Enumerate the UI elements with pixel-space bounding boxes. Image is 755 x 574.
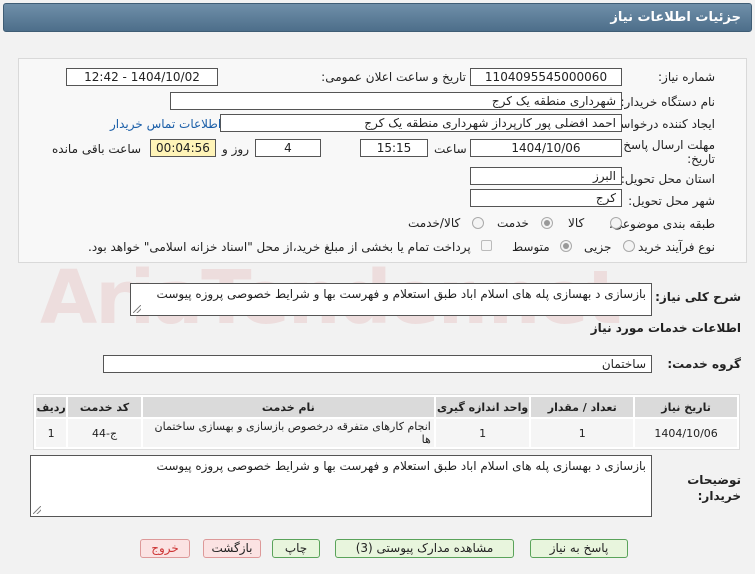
- reply-button[interactable]: پاسخ به نیاز: [530, 539, 628, 558]
- category-radio-service[interactable]: [541, 217, 553, 229]
- payment-note: پرداخت تمام یا بخشی از مبلغ خرید،از محل …: [88, 240, 471, 254]
- services-table: تاریخ نیاز تعداد / مقدار واحد اندازه گیر…: [33, 394, 740, 450]
- remaining-label: ساعت باقی مانده: [52, 142, 142, 156]
- need-number-label: شماره نیاز:: [658, 70, 715, 84]
- process-radio-minor[interactable]: [623, 240, 635, 252]
- process-radio-medium[interactable]: [560, 240, 572, 252]
- category-radio-goods[interactable]: [610, 217, 622, 229]
- deadline-date-field: 1404/10/06: [470, 139, 622, 157]
- attachments-button[interactable]: مشاهده مدارک پیوستی (3): [335, 539, 514, 558]
- table-header-row: تاریخ نیاز تعداد / مقدار واحد اندازه گیر…: [36, 397, 737, 417]
- cell-service-code: ج-44: [68, 419, 141, 447]
- announce-label: تاریخ و ساعت اعلان عمومی:: [321, 70, 466, 84]
- category-option-both: کالا/خدمت: [408, 216, 461, 230]
- remaining-time-field: 00:04:56: [150, 139, 216, 157]
- description-label: شرح کلی نیاز:: [655, 290, 741, 304]
- province-label: استان محل تحویل:: [620, 172, 715, 186]
- buyer-contact-link[interactable]: اطلاعات تماس خریدار: [110, 117, 221, 131]
- category-radio-both[interactable]: [472, 217, 484, 229]
- col-unit: واحد اندازه گیری: [435, 397, 530, 417]
- category-option-goods: کالا: [568, 216, 585, 230]
- deadline-label: مهلت ارسال پاسخ: تا: [608, 138, 715, 152]
- cell-unit: 1: [435, 419, 530, 447]
- resize-grip-icon[interactable]: [133, 305, 141, 313]
- service-group-label: گروه خدمت:: [667, 357, 741, 371]
- buyer-notes-text: بازسازی د بهسازی پله های اسلام اباد طبق …: [156, 459, 646, 473]
- buyer-notes-label-2: خریدار:: [697, 489, 741, 503]
- need-number-field: 1104095545000060: [470, 68, 622, 86]
- creator-field: احمد افضلی پور کارپرداز شهرداری منطقه یک…: [220, 114, 622, 132]
- treasury-payment-checkbox[interactable]: [481, 240, 492, 251]
- buyer-notes-label-1: توضیحات: [687, 473, 741, 487]
- col-service-name: نام خدمت: [142, 397, 434, 417]
- back-button[interactable]: بازگشت: [203, 539, 261, 558]
- city-field: کرج: [470, 189, 622, 207]
- city-label: شهر محل تحویل:: [628, 194, 715, 208]
- services-section-title: اطلاعات خدمات مورد نیاز: [590, 321, 741, 335]
- buyer-notes-textarea[interactable]: بازسازی د بهسازی پله های اسلام اباد طبق …: [30, 455, 652, 517]
- deadline-label-date: تاریخ:: [687, 152, 715, 166]
- category-option-service: خدمت: [497, 216, 529, 230]
- table-row: 1404/10/06 1 1 انجام کارهای متفرقه درخصو…: [36, 419, 737, 447]
- days-field: 4: [255, 139, 321, 157]
- description-text: بازسازی د بهسازی پله های اسلام اباد طبق …: [156, 287, 646, 301]
- col-row-number: ردیف: [36, 397, 67, 417]
- category-label: طبقه بندی موضوعی:: [608, 217, 715, 231]
- col-service-code: کد خدمت: [68, 397, 141, 417]
- exit-button[interactable]: خروج: [140, 539, 190, 558]
- print-button[interactable]: چاپ: [272, 539, 320, 558]
- description-textarea[interactable]: بازسازی د بهسازی پله های اسلام اباد طبق …: [130, 283, 652, 316]
- process-option-medium: متوسط: [512, 240, 550, 254]
- cell-service-name: انجام کارهای متفرقه درخصوص بازسازی و بهس…: [142, 419, 434, 447]
- service-group-field: ساختمان: [103, 355, 652, 373]
- cell-need-date: 1404/10/06: [635, 419, 737, 447]
- process-label: نوع فرآیند خرید :: [630, 240, 715, 254]
- details-panel: [18, 58, 747, 263]
- deadline-time-field: 15:15: [360, 139, 428, 157]
- days-label: روز و: [222, 142, 249, 156]
- announce-field: 1404/10/02 - 12:42: [66, 68, 218, 86]
- col-need-date: تاریخ نیاز: [635, 397, 737, 417]
- resize-grip-icon[interactable]: [33, 506, 41, 514]
- page-title: جزئیات اطلاعات نیاز: [610, 10, 741, 25]
- time-label: ساعت: [434, 142, 467, 156]
- title-bar: جزئیات اطلاعات نیاز: [3, 3, 752, 32]
- col-quantity: تعداد / مقدار: [531, 397, 634, 417]
- process-option-minor: جزیی: [584, 240, 612, 254]
- buyer-label: نام دستگاه خریدار:: [620, 95, 716, 109]
- cell-row-number: 1: [36, 419, 67, 447]
- cell-quantity: 1: [531, 419, 634, 447]
- province-field: البرز: [470, 167, 622, 185]
- buyer-field: شهرداری منطقه یک کرج: [170, 92, 622, 110]
